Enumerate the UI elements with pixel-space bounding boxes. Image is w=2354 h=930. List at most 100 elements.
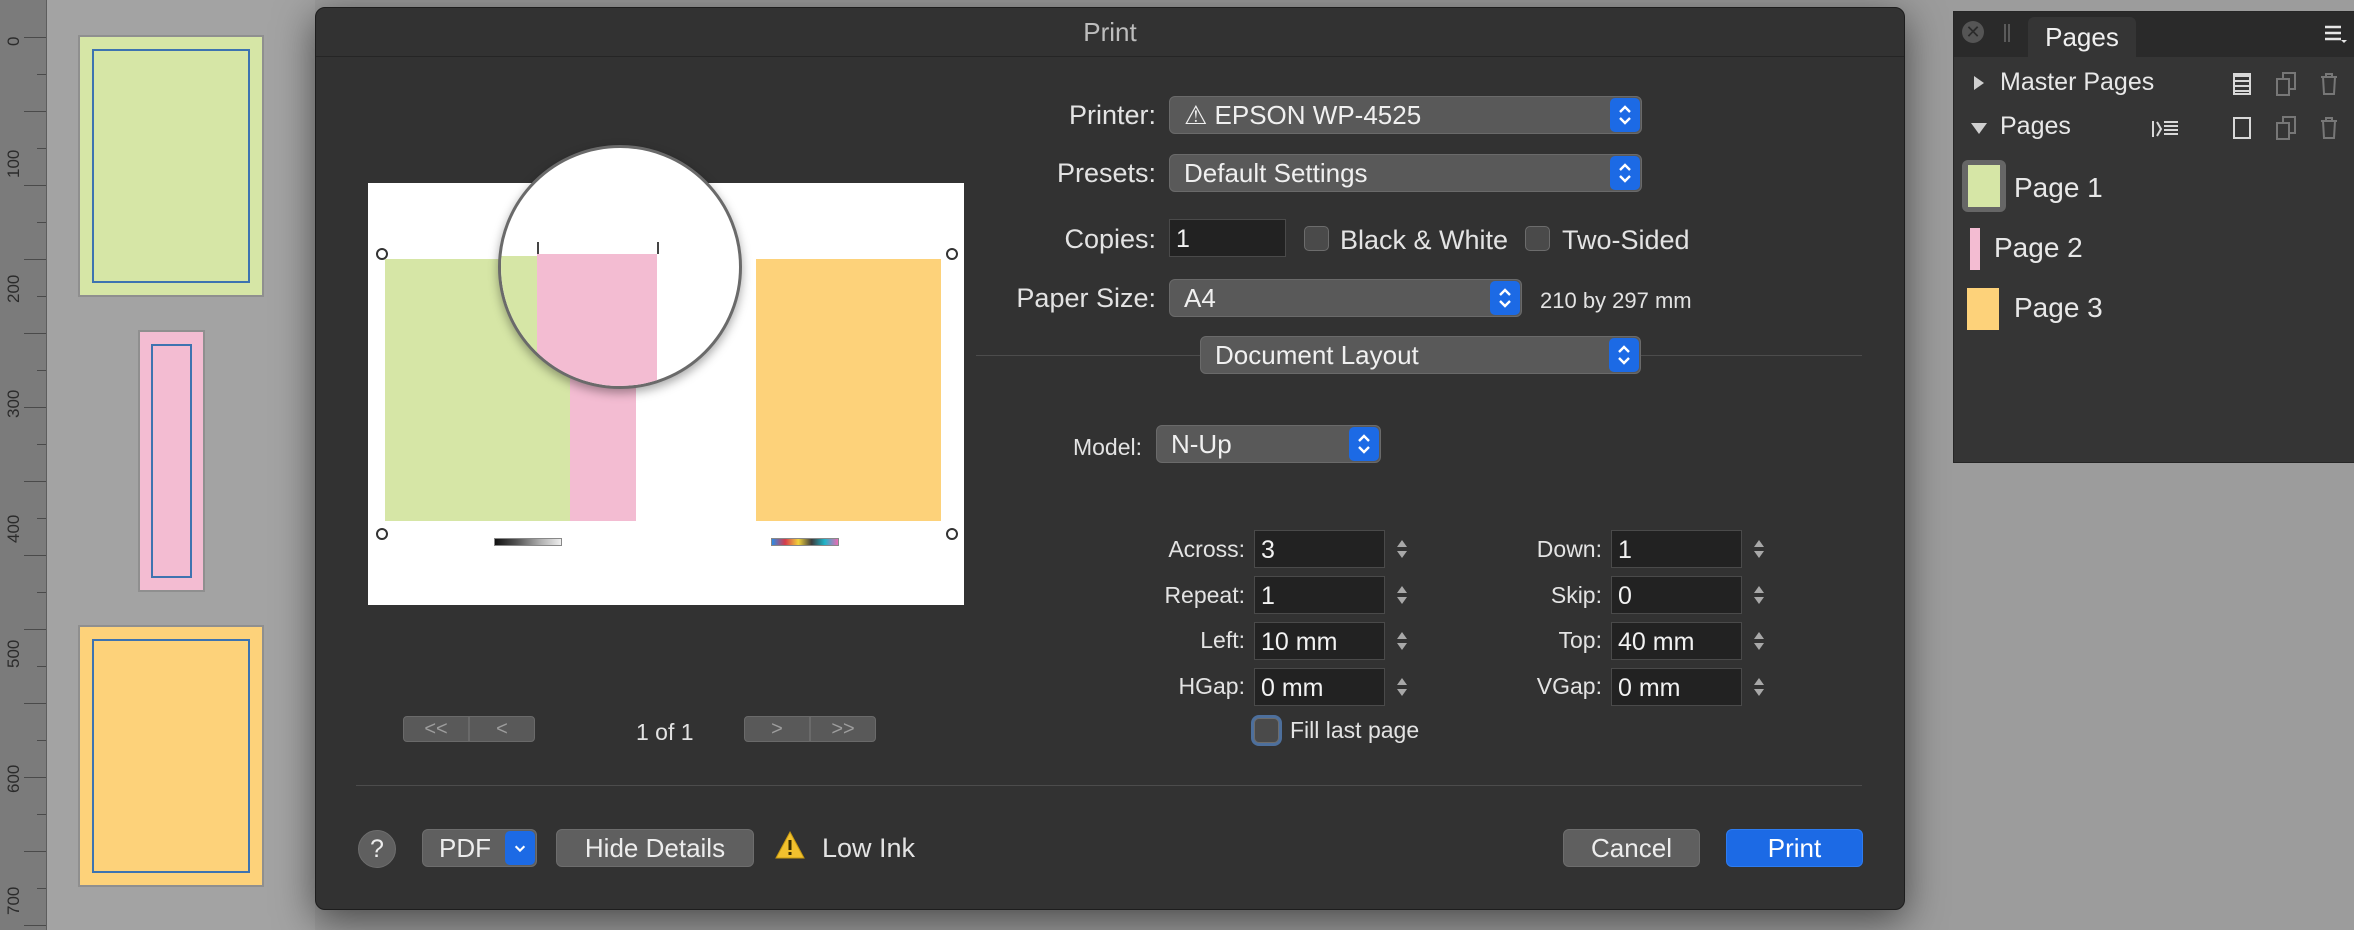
- ruler-label: 100: [4, 149, 23, 178]
- page-3-swatch: [1967, 288, 1999, 330]
- paper-size-value: A4: [1184, 283, 1216, 313]
- print-button[interactable]: Print: [1726, 829, 1863, 867]
- page-list-item[interactable]: Page 2: [1954, 217, 2354, 273]
- down-field[interactable]: 1: [1611, 530, 1742, 568]
- fill-last-page-checkbox[interactable]: [1254, 718, 1279, 743]
- ruler-tick: [37, 592, 46, 593]
- model-value: N-Up: [1171, 429, 1232, 459]
- page-3-thumb[interactable]: [78, 625, 264, 887]
- top-stepper[interactable]: [1751, 622, 1767, 660]
- hide-details-button[interactable]: Hide Details: [556, 829, 754, 867]
- left-stepper[interactable]: [1394, 622, 1410, 660]
- pages-panel: ✕ Pages Master Pages Pages Page 1 Page 2…: [1953, 11, 2354, 463]
- ruler-tick: [24, 629, 46, 630]
- hgap-stepper[interactable]: [1394, 668, 1410, 706]
- page-2-swatch: [1970, 228, 1980, 270]
- printer-select[interactable]: ⚠ EPSON WP-4525: [1169, 96, 1642, 134]
- black-white-checkbox[interactable]: [1304, 226, 1329, 251]
- drag-handle-icon[interactable]: [2004, 24, 2010, 42]
- ruler-label: 600: [4, 764, 23, 793]
- pages-label: Pages: [2000, 112, 2071, 140]
- down-stepper[interactable]: [1751, 530, 1767, 568]
- ruler-label: 200: [4, 274, 23, 303]
- ruler-tick: [24, 259, 46, 260]
- ruler-tick: [24, 555, 46, 556]
- ruler-tick: [37, 370, 46, 371]
- preview-nav-forward[interactable]: > >>: [744, 716, 876, 742]
- page-2-thumb[interactable]: [138, 330, 205, 592]
- presets-value: Default Settings: [1184, 158, 1368, 188]
- add-page-icon[interactable]: [2233, 117, 2251, 139]
- ruler-tick: [37, 148, 46, 149]
- top-field[interactable]: 40 mm: [1611, 622, 1742, 660]
- pages-section[interactable]: Pages: [1954, 111, 2354, 143]
- two-sided-checkbox[interactable]: [1525, 226, 1550, 251]
- tab-pages[interactable]: Pages: [2028, 17, 2136, 57]
- copies-field[interactable]: 1: [1169, 219, 1286, 257]
- presets-select[interactable]: Default Settings: [1169, 154, 1642, 192]
- model-label: Model:: [1072, 434, 1142, 460]
- left-field[interactable]: 10 mm: [1254, 622, 1385, 660]
- down-label: Down:: [1536, 536, 1602, 562]
- ruler-tick: [24, 37, 46, 38]
- paper-size-label: Paper Size:: [1016, 283, 1156, 313]
- vgap-stepper[interactable]: [1751, 668, 1767, 706]
- ruler-label: 700: [4, 886, 23, 915]
- pdf-menu-button[interactable]: PDF: [422, 829, 537, 867]
- dialog-title: Print: [316, 8, 1904, 57]
- duplicate-icon[interactable]: [2276, 116, 2296, 140]
- page-1-thumb[interactable]: [78, 35, 264, 297]
- vgap-label: VGap:: [1536, 673, 1602, 699]
- across-stepper[interactable]: [1394, 530, 1410, 568]
- document-canvas[interactable]: [47, 0, 315, 930]
- printer-value: ⚠ EPSON WP-4525: [1184, 100, 1422, 130]
- previous-page-button[interactable]: <: [469, 716, 535, 742]
- help-button[interactable]: ?: [358, 830, 396, 868]
- two-sided-label: Two-Sided: [1562, 225, 1690, 255]
- duplicate-icon[interactable]: [2276, 72, 2296, 96]
- skip-field[interactable]: 0: [1611, 576, 1742, 614]
- insert-pages-icon[interactable]: [2151, 117, 2179, 137]
- preview-magnifier: [498, 145, 742, 389]
- panel-menu-icon[interactable]: [2323, 24, 2347, 44]
- ruler-tick: [24, 481, 46, 482]
- master-pages-section[interactable]: Master Pages: [1954, 67, 2354, 99]
- model-select[interactable]: N-Up: [1156, 425, 1381, 463]
- ruler-tick: [24, 777, 46, 778]
- vgap-field[interactable]: 0 mm: [1611, 668, 1742, 706]
- first-page-button[interactable]: <<: [403, 716, 469, 742]
- fill-last-page-label: Fill last page: [1290, 717, 1420, 743]
- ruler-tick: [24, 851, 46, 852]
- skip-label: Skip:: [1550, 582, 1602, 608]
- panel-tab-bar: ✕ Pages: [1954, 12, 2354, 57]
- repeat-stepper[interactable]: [1394, 576, 1410, 614]
- ruler-tick: [37, 74, 46, 75]
- ruler-tick: [37, 814, 46, 815]
- insert-master-icon[interactable]: [2233, 73, 2251, 95]
- warning-icon: [774, 830, 806, 860]
- skip-stepper[interactable]: [1751, 576, 1767, 614]
- black-white-label: Black & White: [1340, 225, 1509, 255]
- ruler-tick: [24, 185, 46, 186]
- close-icon[interactable]: ✕: [1962, 21, 1984, 43]
- paper-size-select[interactable]: A4: [1169, 279, 1522, 317]
- hgap-field[interactable]: 0 mm: [1254, 668, 1385, 706]
- ruler-tick: [37, 222, 46, 223]
- trash-icon[interactable]: [2320, 116, 2338, 140]
- last-page-button[interactable]: >>: [810, 716, 876, 742]
- preview-nav-back[interactable]: << <: [403, 716, 535, 742]
- section-select[interactable]: Document Layout: [1200, 336, 1641, 374]
- ruler-label: 500: [4, 639, 23, 668]
- ruler-label: 0: [4, 36, 23, 46]
- ruler-tick: [37, 666, 46, 667]
- page-list-item[interactable]: Page 3: [1954, 277, 2354, 333]
- across-field[interactable]: 3: [1254, 530, 1385, 568]
- cancel-button[interactable]: Cancel: [1563, 829, 1700, 867]
- chevron-updown-icon: [1349, 427, 1379, 461]
- page-list-item[interactable]: Page 1: [1954, 157, 2354, 213]
- ruler-tick: [24, 925, 46, 926]
- repeat-field[interactable]: 1: [1254, 576, 1385, 614]
- next-page-button[interactable]: >: [744, 716, 810, 742]
- page-3-label: Page 3: [2014, 292, 2103, 323]
- trash-icon[interactable]: [2320, 72, 2338, 96]
